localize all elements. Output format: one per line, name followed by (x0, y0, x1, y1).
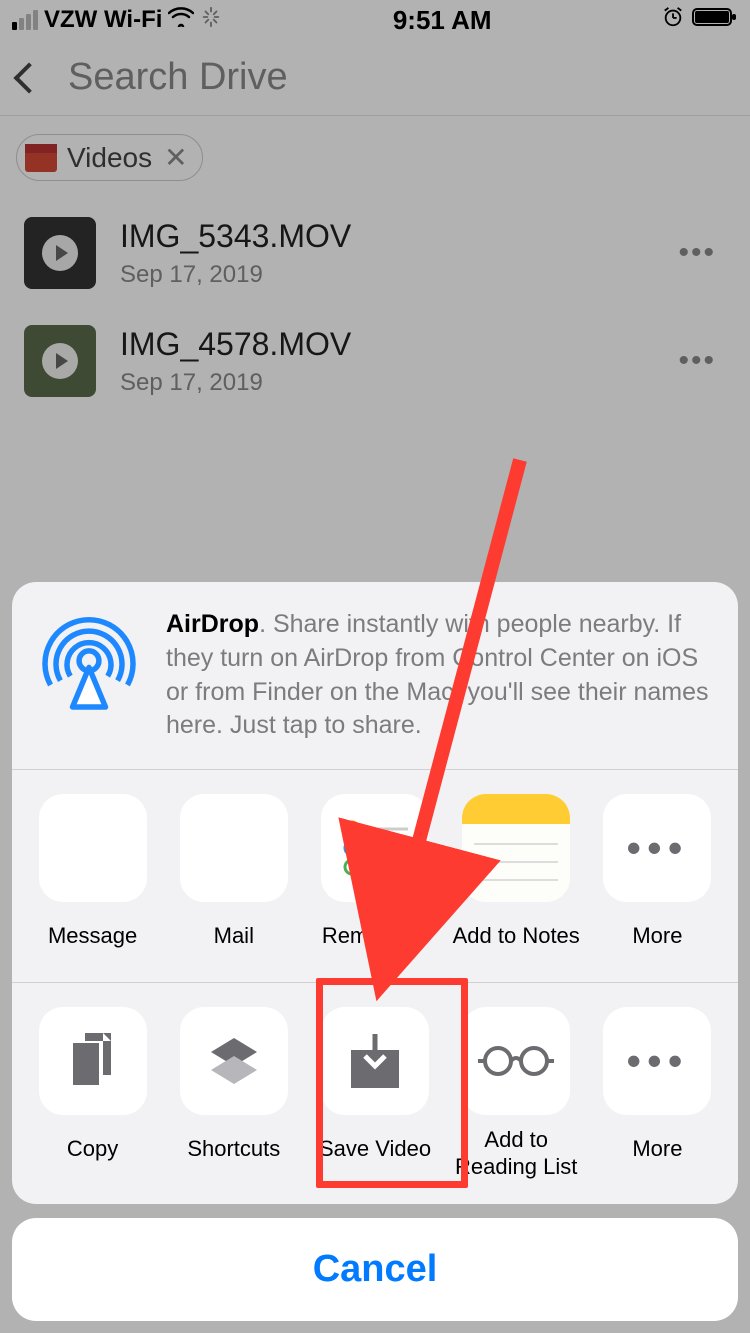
file-date: Sep 17, 2019 (120, 369, 668, 397)
reading-list-icon (462, 1007, 570, 1115)
back-button[interactable] (13, 62, 44, 93)
file-name: IMG_4578.MOV (120, 326, 668, 363)
video-thumbnail (24, 217, 96, 289)
status-bar: VZW Wi-Fi 9:51 AM (0, 0, 750, 40)
carrier-label: VZW Wi-Fi (44, 6, 162, 34)
more-icon: ••• (603, 794, 711, 902)
list-item[interactable]: IMG_5343.MOV Sep 17, 2019 ••• (0, 199, 750, 307)
clock-label: 9:51 AM (393, 5, 492, 36)
file-more-button[interactable]: ••• (668, 334, 726, 388)
airdrop-section[interactable]: AirDrop. Share instantly with people nea… (12, 582, 738, 769)
nav-header: Search Drive (0, 40, 750, 116)
search-input[interactable]: Search Drive (68, 56, 288, 99)
action-shortcuts[interactable]: Shortcuts (163, 1007, 304, 1180)
battery-icon (692, 6, 738, 35)
action-copy[interactable]: Copy (22, 1007, 163, 1180)
share-actions-row: Copy Shortcuts Save Video Add to Reading… (12, 983, 738, 1204)
filter-chip-videos[interactable]: Videos ✕ (16, 134, 203, 181)
share-apps-row: Message Mail Reminders Add to Notes (12, 770, 738, 982)
cancel-button[interactable]: Cancel (12, 1218, 738, 1321)
airdrop-icon (34, 608, 144, 718)
loading-spinner-icon (200, 6, 222, 35)
play-icon (42, 235, 78, 271)
share-app-mail[interactable]: Mail (163, 794, 304, 958)
video-thumbnail (24, 325, 96, 397)
reminders-icon (321, 794, 429, 902)
signal-bars-icon (12, 10, 38, 30)
video-folder-icon (25, 144, 57, 172)
action-save-video[interactable]: Save Video (304, 1007, 445, 1180)
messages-icon (39, 794, 147, 902)
share-app-message[interactable]: Message (22, 794, 163, 958)
wifi-icon (168, 6, 194, 34)
alarm-icon (662, 6, 684, 35)
file-more-button[interactable]: ••• (668, 226, 726, 280)
share-app-notes[interactable]: Add to Notes (446, 794, 587, 958)
action-reading-list[interactable]: Add to Reading List (446, 1007, 587, 1180)
list-item[interactable]: IMG_4578.MOV Sep 17, 2019 ••• (0, 307, 750, 415)
filter-chip-label: Videos (67, 142, 152, 174)
file-name: IMG_5343.MOV (120, 218, 668, 255)
share-app-more[interactable]: ••• More (587, 794, 728, 958)
shortcuts-icon (180, 1007, 288, 1115)
share-sheet: AirDrop. Share instantly with people nea… (12, 582, 738, 1321)
mail-icon (180, 794, 288, 902)
action-more[interactable]: ••• More (587, 1007, 728, 1180)
file-date: Sep 17, 2019 (120, 261, 668, 289)
notes-icon (462, 794, 570, 902)
share-app-reminders[interactable]: Reminders (304, 794, 445, 958)
close-icon[interactable]: ✕ (164, 141, 187, 174)
play-icon (42, 343, 78, 379)
more-icon: ••• (603, 1007, 711, 1115)
copy-icon (39, 1007, 147, 1115)
save-video-icon (321, 1007, 429, 1115)
airdrop-description: AirDrop. Share instantly with people nea… (166, 608, 716, 743)
